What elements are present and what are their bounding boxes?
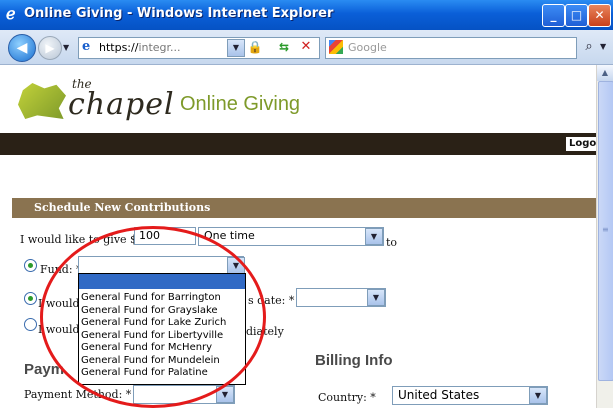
site-subtitle: Online Giving [180, 93, 301, 115]
stop-icon[interactable]: ✕ [297, 39, 315, 55]
scroll-thumb[interactable]: ≡ [598, 81, 613, 381]
section-header: Schedule New Contributions [12, 198, 596, 218]
url-host: integr... [138, 41, 181, 54]
forward-button[interactable]: ▶ [38, 36, 62, 60]
address-url[interactable]: https://integr... [99, 41, 181, 54]
give-now-radio[interactable] [24, 318, 37, 331]
address-bar[interactable]: e https://integr... ▼ 🔒 ⇆ ✕ [78, 37, 320, 59]
maximize-button[interactable]: □ [565, 4, 588, 27]
site-nav-bar: Logo [0, 133, 596, 155]
window-title-bar: ℯ Online Giving - Windows Internet Explo… [0, 0, 613, 30]
fund-radio[interactable] [24, 259, 37, 272]
date-select[interactable]: ▼ [296, 288, 386, 307]
section-title: Schedule New Contributions [34, 201, 211, 214]
refresh-icon[interactable]: ⇆ [275, 39, 293, 55]
minimize-button[interactable]: _ [542, 4, 565, 27]
chevron-down-icon[interactable]: ▼ [529, 387, 547, 404]
country-select[interactable]: United States ▼ [392, 386, 548, 405]
logout-button[interactable]: Logo [566, 137, 596, 151]
chevron-down-icon[interactable]: ▼ [367, 289, 385, 306]
radio-selected-dot [28, 296, 33, 301]
search-options-icon[interactable]: ▼ [600, 42, 606, 51]
history-dropdown-icon[interactable]: ▼ [63, 43, 69, 52]
search-icon[interactable]: ⌕ [580, 37, 598, 57]
ie-icon: ℯ [6, 4, 16, 23]
country-label: Country: * [318, 391, 376, 404]
logo-name: chapel [68, 87, 175, 122]
search-input[interactable]: Google [348, 41, 387, 54]
radio-selected-dot [28, 263, 33, 268]
chevron-down-icon[interactable]: ▼ [365, 228, 383, 245]
window-title: Online Giving - Windows Internet Explore… [24, 6, 334, 21]
vertical-scrollbar[interactable]: ▲ ≡ [596, 65, 613, 408]
page-icon: e [82, 39, 91, 54]
back-button[interactable]: ◀ [8, 34, 36, 62]
google-icon [329, 40, 343, 54]
country-value: United States [398, 388, 480, 402]
lock-icon[interactable]: 🔒 [247, 39, 263, 55]
scroll-up-icon[interactable]: ▲ [597, 65, 613, 81]
schedule-date-radio[interactable] [24, 292, 37, 305]
search-box[interactable]: Google [325, 37, 577, 59]
annotation-circle [40, 226, 266, 408]
billing-heading: Billing Info [315, 352, 393, 369]
to-label: to [386, 236, 398, 249]
navigation-bar: ◀ ▶ ▼ e https://integr... ▼ 🔒 ⇆ ✕ Google… [0, 30, 613, 65]
address-dropdown-icon[interactable]: ▼ [227, 39, 245, 57]
frequency-select[interactable]: One time ▼ [198, 227, 384, 246]
grip-icon: ≡ [602, 225, 609, 234]
close-button[interactable]: ✕ [588, 4, 611, 27]
chapel-logo-icon [18, 83, 66, 119]
url-protocol: https:// [99, 41, 139, 54]
